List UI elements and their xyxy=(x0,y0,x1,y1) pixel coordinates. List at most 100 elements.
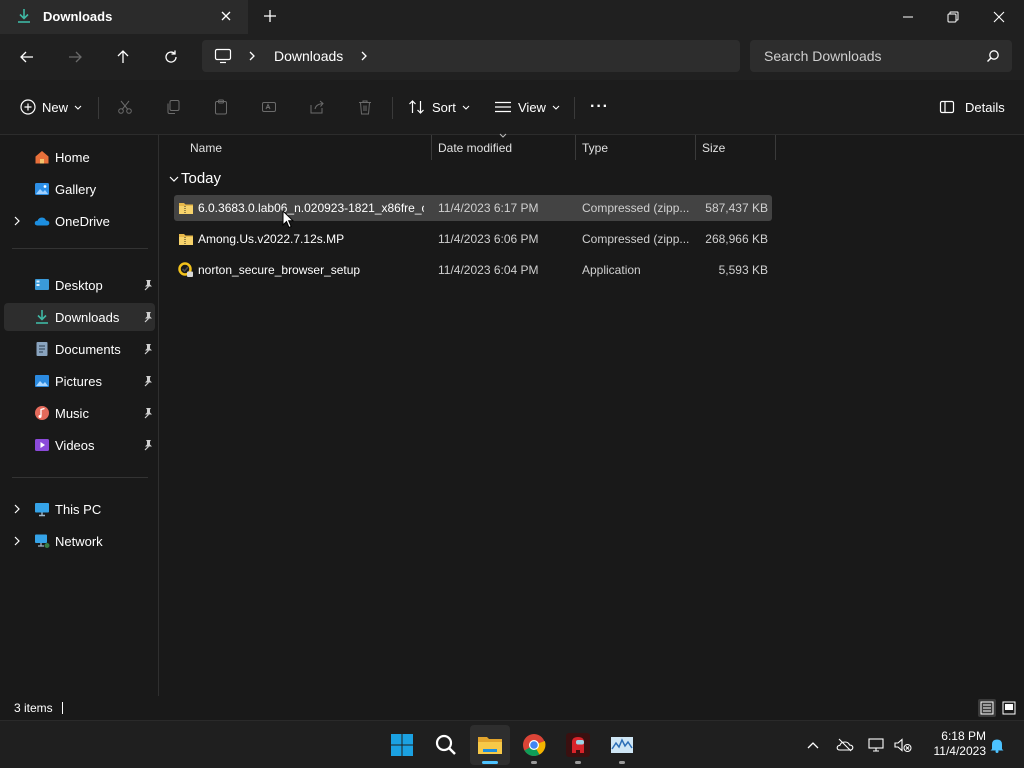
title-bar: Downloads xyxy=(0,0,1024,34)
arrow-left-icon xyxy=(20,51,33,63)
sidebar-item-this-pc[interactable]: This PC xyxy=(4,495,155,523)
column-header-label: Size xyxy=(702,141,726,155)
details-label: Details xyxy=(965,99,1005,115)
sidebar-item-music[interactable]: Music xyxy=(4,399,155,427)
rename-button[interactable] xyxy=(258,96,280,118)
divider xyxy=(574,97,575,119)
taskbar-search-button[interactable] xyxy=(426,725,466,765)
forward-button[interactable] xyxy=(61,43,89,71)
pin-icon[interactable] xyxy=(142,407,153,419)
status-bar: 3 items xyxy=(0,696,1024,720)
column-header-date[interactable]: Date modified xyxy=(432,135,576,160)
chevron-right-icon[interactable] xyxy=(12,503,22,515)
start-button[interactable] xyxy=(382,725,422,765)
chevron-down-icon[interactable] xyxy=(168,174,180,184)
search-input[interactable]: Search Downloads xyxy=(750,40,1012,72)
network-status-icon xyxy=(868,738,884,752)
sidebar-item-network[interactable]: Network xyxy=(4,527,155,555)
cut-button[interactable] xyxy=(114,96,136,118)
file-row[interactable]: Among.Us.v2022.7.12s.MP 11/4/2023 6:06 P… xyxy=(174,226,772,252)
column-header-name[interactable]: Name xyxy=(184,135,432,160)
delete-button[interactable] xyxy=(354,96,376,118)
sidebar-item-home[interactable]: Home xyxy=(4,143,155,171)
chevron-down-icon xyxy=(74,105,82,110)
taskbar-chrome[interactable] xyxy=(514,725,554,765)
refresh-button[interactable] xyxy=(157,43,185,71)
address-bar[interactable]: Downloads xyxy=(202,40,740,72)
back-button[interactable] xyxy=(13,43,41,71)
group-header-today[interactable]: Today xyxy=(181,170,221,187)
task-manager-icon xyxy=(611,737,633,753)
restore-button[interactable] xyxy=(930,0,976,34)
notifications-button[interactable] xyxy=(988,736,1006,754)
chevron-right-icon[interactable] xyxy=(246,49,258,63)
sidebar-item-label: Desktop xyxy=(55,278,103,293)
taskbar-among-us[interactable] xyxy=(558,725,598,765)
large-icons-view-icon xyxy=(1002,701,1016,715)
pin-icon[interactable] xyxy=(142,375,153,387)
taskbar-task-manager[interactable] xyxy=(602,725,642,765)
sidebar-item-gallery[interactable]: Gallery xyxy=(4,175,155,203)
taskbar-file-explorer[interactable] xyxy=(470,725,510,765)
norton-app-icon xyxy=(178,262,193,277)
file-row[interactable]: norton_secure_browser_setup 11/4/2023 6:… xyxy=(174,257,772,283)
bell-icon xyxy=(990,739,1004,753)
pin-icon[interactable] xyxy=(142,439,153,451)
file-date: 11/4/2023 6:17 PM xyxy=(438,201,539,215)
file-type: Compressed (zipp... xyxy=(582,232,690,246)
sort-button[interactable]: Sort xyxy=(408,95,477,119)
pane-splitter[interactable] xyxy=(158,135,159,696)
close-tab-icon[interactable] xyxy=(218,8,234,24)
column-header-type[interactable]: Type xyxy=(576,135,696,160)
running-indicator xyxy=(575,761,581,764)
status-divider xyxy=(62,702,63,714)
sidebar-item-videos[interactable]: Videos xyxy=(4,431,155,459)
minimize-button[interactable] xyxy=(885,0,931,34)
up-button[interactable] xyxy=(109,43,137,71)
file-explorer-icon xyxy=(478,737,502,754)
view-button[interactable]: View xyxy=(494,95,567,119)
file-name: 6.0.3683.0.lab06_n.020923-1821_x86fre_cl… xyxy=(198,201,424,215)
pin-icon[interactable] xyxy=(142,343,153,355)
chevron-right-icon[interactable] xyxy=(358,49,370,63)
documents-icon xyxy=(36,342,48,356)
new-button[interactable]: New xyxy=(20,95,89,119)
more-options-button[interactable]: ··· xyxy=(590,95,609,119)
sidebar-item-label: Downloads xyxy=(55,310,120,325)
show-hidden-icons-button[interactable] xyxy=(804,736,822,754)
share-icon xyxy=(310,100,324,114)
volume-tray[interactable] xyxy=(894,736,912,754)
sidebar-item-onedrive[interactable]: OneDrive xyxy=(4,207,155,235)
file-size: 5,593 KB xyxy=(718,263,768,277)
column-header-label: Type xyxy=(582,141,609,155)
tiles-view-button[interactable] xyxy=(1000,699,1018,717)
gallery-icon xyxy=(35,183,49,195)
sidebar-item-label: Videos xyxy=(55,438,95,453)
chevron-down-icon xyxy=(462,105,470,110)
file-row[interactable]: 6.0.3683.0.lab06_n.020923-1821_x86fre_cl… xyxy=(174,195,772,221)
sidebar-item-documents[interactable]: Documents xyxy=(4,335,155,363)
chevron-right-icon[interactable] xyxy=(12,215,22,227)
breadcrumb-downloads[interactable]: Downloads xyxy=(274,48,343,64)
onedrive-tray[interactable] xyxy=(836,736,854,754)
sidebar-item-desktop[interactable]: Desktop xyxy=(4,271,155,299)
sidebar-item-downloads[interactable]: Downloads xyxy=(4,303,155,331)
pin-icon[interactable] xyxy=(142,311,153,323)
share-button[interactable] xyxy=(306,96,328,118)
column-divider[interactable] xyxy=(775,135,776,160)
network-tray[interactable] xyxy=(868,736,886,754)
pin-icon[interactable] xyxy=(142,279,153,291)
system-clock[interactable]: 6:18 PM 11/4/2023 xyxy=(920,729,987,759)
details-pane-button[interactable]: Details xyxy=(939,95,1005,119)
close-window-button[interactable] xyxy=(976,0,1022,34)
chevron-right-icon[interactable] xyxy=(12,535,22,547)
sidebar-item-pictures[interactable]: Pictures xyxy=(4,367,155,395)
scissors-icon xyxy=(118,100,132,114)
copy-button[interactable] xyxy=(162,96,184,118)
tab-downloads[interactable]: Downloads xyxy=(0,0,248,34)
details-view-button[interactable] xyxy=(978,699,996,717)
new-tab-icon[interactable] xyxy=(262,8,278,24)
paste-button[interactable] xyxy=(210,96,232,118)
sidebar-item-label: Pictures xyxy=(55,374,102,389)
column-header-size[interactable]: Size xyxy=(696,135,776,160)
